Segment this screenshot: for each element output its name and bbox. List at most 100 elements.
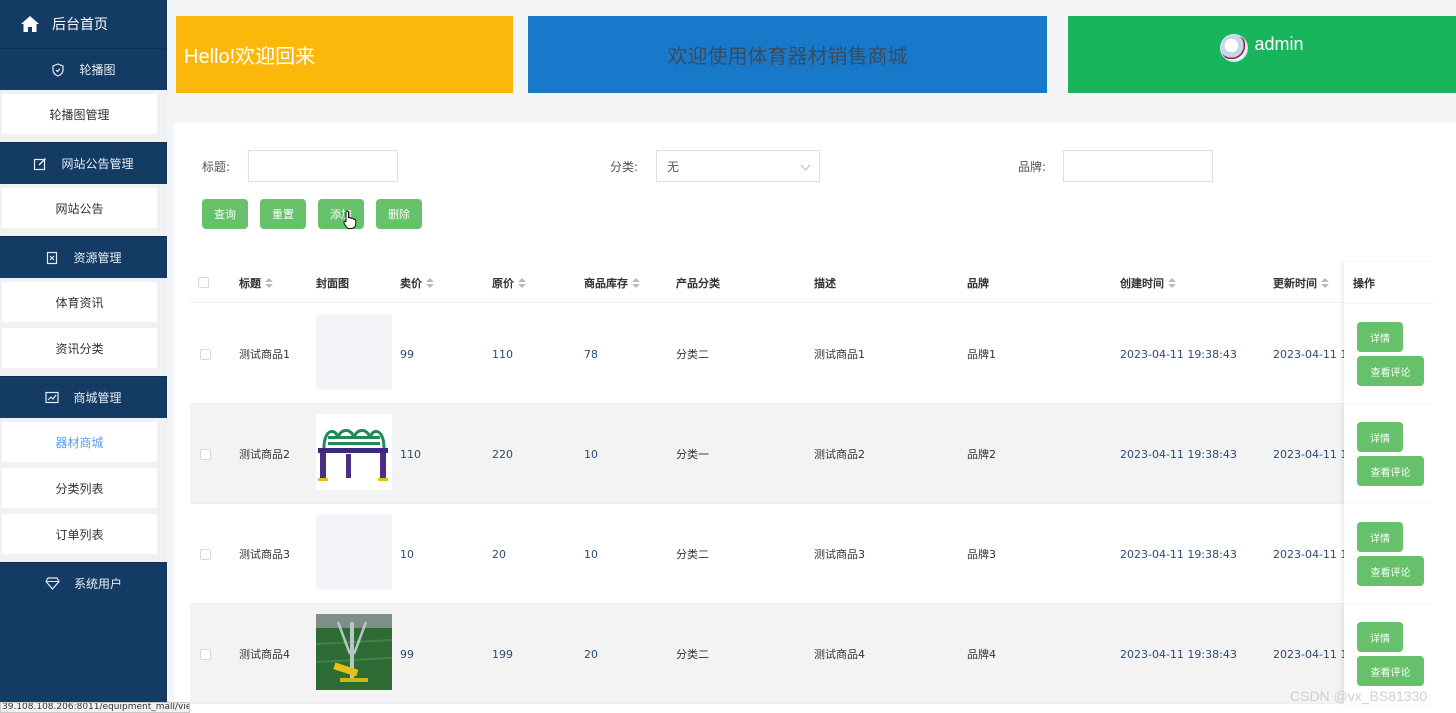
chart-icon	[45, 391, 60, 403]
cell-description: 测试商品4	[814, 648, 865, 661]
col-title[interactable]: 标题	[239, 262, 273, 303]
sort-icon[interactable]	[518, 277, 526, 288]
row-select-cell[interactable]	[200, 604, 211, 704]
view-comments-button[interactable]: 查看评论	[1357, 356, 1424, 386]
main-panel: 标题: 分类: 无 品牌: 查询 重置 添加 删除 标题 封面图 卖价 原价 商…	[174, 122, 1456, 713]
view-comments-button[interactable]: 查看评论	[1357, 656, 1424, 686]
resource-icon	[47, 251, 58, 264]
cell-price: 99	[400, 647, 414, 661]
user-card[interactable]: admin	[1068, 16, 1456, 93]
fitness-equipment-image	[318, 429, 388, 481]
sort-icon[interactable]	[1321, 277, 1329, 288]
table-row: 测试商品2 110 220 10 分类一 测试商品2 品牌2 2023-04-1…	[190, 404, 1436, 504]
sidebar-group-system-user[interactable]: 系统用户	[0, 562, 167, 604]
cell-description: 测试商品2	[814, 448, 865, 461]
view-comments-button[interactable]: 查看评论	[1357, 556, 1424, 586]
sidebar-group-mall[interactable]: 商城管理	[0, 376, 167, 418]
col-price-label: 卖价	[400, 276, 422, 290]
sidebar-item-equipment-mall[interactable]: 器材商城	[2, 422, 157, 462]
sidebar-group-announcement[interactable]: 网站公告管理	[0, 142, 167, 184]
cover-image	[316, 414, 392, 490]
row-select-cell[interactable]	[200, 504, 211, 604]
avatar	[1220, 34, 1249, 62]
cell-description: 测试商品3	[814, 548, 865, 561]
sort-icon[interactable]	[1168, 277, 1176, 288]
detail-button[interactable]: 详情	[1357, 422, 1403, 452]
col-cover: 封面图	[316, 262, 349, 303]
delete-button[interactable]: 删除	[376, 199, 422, 229]
cell-brand: 品牌2	[967, 448, 996, 461]
col-created-label: 创建时间	[1120, 276, 1164, 290]
cell-title: 测试商品4	[239, 648, 290, 661]
col-original-price-label: 原价	[492, 276, 514, 290]
col-original-price[interactable]: 原价	[492, 262, 526, 303]
detail-button[interactable]: 详情	[1357, 322, 1403, 352]
col-stock-label: 商品库存	[584, 276, 628, 290]
sidebar-item-order-list[interactable]: 订单列表	[2, 514, 157, 554]
col-category: 产品分类	[676, 262, 720, 303]
col-updated[interactable]: 更新时间	[1273, 262, 1329, 303]
brand-filter-input[interactable]	[1063, 150, 1213, 182]
reset-button[interactable]: 重置	[260, 199, 306, 229]
detail-button[interactable]: 详情	[1357, 522, 1403, 552]
cell-original-price: 110	[492, 347, 513, 361]
greeting-card: Hello!欢迎回来	[176, 16, 513, 93]
row-ops: 详情 查看评论	[1344, 304, 1436, 404]
cell-price: 110	[400, 447, 421, 461]
row-checkbox[interactable]	[200, 348, 211, 360]
cell-created: 2023-04-11 19:38:43	[1120, 447, 1237, 461]
detail-button[interactable]: 详情	[1357, 622, 1403, 652]
row-checkbox[interactable]	[200, 448, 211, 460]
sidebar-group-carousel[interactable]: 轮播图	[0, 48, 167, 90]
add-button[interactable]: 添加	[318, 199, 364, 229]
row-checkbox[interactable]	[200, 548, 211, 560]
row-select-cell[interactable]	[200, 404, 211, 504]
cover-image	[316, 614, 392, 690]
sidebar-home[interactable]: 后台首页	[0, 0, 167, 48]
sidebar-group-resource[interactable]: 资源管理	[0, 236, 167, 278]
col-ops-label: 操作	[1353, 276, 1375, 290]
sidebar-item-sports-news[interactable]: 体育资讯	[2, 282, 157, 322]
col-stock[interactable]: 商品库存	[584, 262, 640, 303]
cell-updated: 2023-04-11 1	[1273, 447, 1348, 461]
select-all-cell[interactable]	[198, 262, 209, 303]
select-all-checkbox[interactable]	[198, 277, 209, 288]
cell-created: 2023-04-11 19:38:43	[1120, 347, 1237, 361]
category-select-value: 无	[667, 159, 680, 174]
title-filter-input[interactable]	[248, 150, 398, 182]
sort-icon[interactable]	[265, 277, 273, 288]
cell-category: 分类二	[676, 548, 709, 561]
col-price[interactable]: 卖价	[400, 262, 434, 303]
cell-created: 2023-04-11 19:38:43	[1120, 547, 1237, 561]
sidebar-item-news-category[interactable]: 资讯分类	[2, 328, 157, 368]
row-checkbox[interactable]	[200, 648, 211, 660]
col-created[interactable]: 创建时间	[1120, 262, 1176, 303]
chevron-down-icon	[800, 160, 811, 171]
diamond-icon	[45, 577, 60, 590]
sidebar-item-carousel-manage[interactable]: 轮播图管理	[2, 94, 157, 134]
row-select-cell[interactable]	[200, 304, 211, 404]
cell-brand: 品牌3	[967, 548, 996, 561]
sidebar-item-category-list[interactable]: 分类列表	[2, 468, 157, 508]
sort-icon[interactable]	[426, 277, 434, 288]
greeting-text: Hello!欢迎回来	[184, 46, 316, 68]
col-brand-label: 品牌	[967, 276, 989, 290]
fitness-equipment-image	[316, 614, 392, 690]
cell-category: 分类一	[676, 448, 709, 461]
cell-brand: 品牌4	[967, 648, 996, 661]
table-row: 测试商品4 99 199 20 分类二 测试商品4 品牌4 2023-04-11…	[190, 604, 1436, 704]
col-title-label: 标题	[239, 276, 261, 290]
view-comments-button[interactable]: 查看评论	[1357, 456, 1424, 486]
sidebar-item-announcement[interactable]: 网站公告	[2, 188, 157, 228]
sort-icon[interactable]	[632, 277, 640, 288]
cell-stock: 78	[584, 347, 598, 361]
row-ops: 详情 查看评论	[1344, 504, 1436, 604]
sidebar-group-label: 网站公告管理	[61, 157, 134, 171]
query-button[interactable]: 查询	[202, 199, 248, 229]
cell-updated: 2023-04-11 1	[1273, 347, 1348, 361]
category-select[interactable]: 无	[656, 150, 820, 182]
row-ops: 详情 查看评论	[1344, 404, 1436, 504]
welcome-card: 欢迎使用体育器材销售商城	[528, 16, 1047, 93]
cell-updated: 2023-04-11 1	[1273, 547, 1348, 561]
cell-stock: 20	[584, 647, 598, 661]
